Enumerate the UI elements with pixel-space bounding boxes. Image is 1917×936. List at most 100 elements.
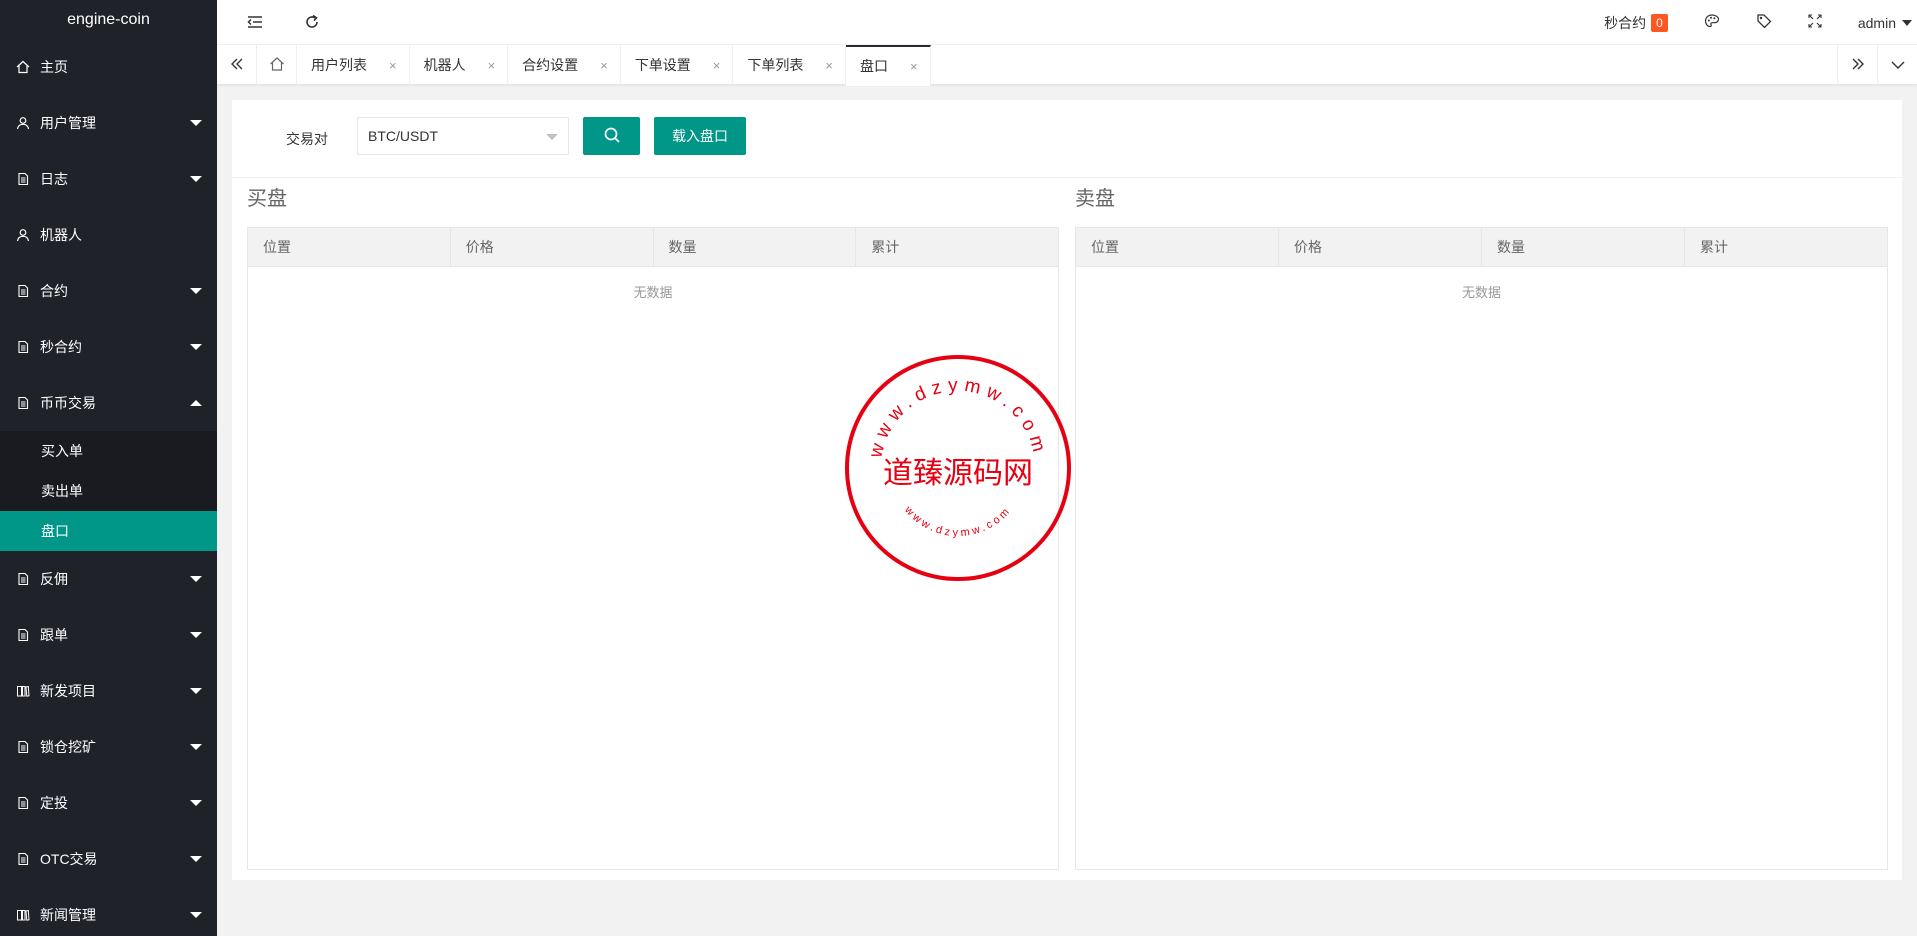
fullscreen-button[interactable] bbox=[1790, 0, 1840, 45]
sidebar-item-log[interactable]: 日志 bbox=[0, 151, 217, 207]
watermark-stamp: www.dzymw.com 道臻源码网 www.dzymw.com bbox=[845, 355, 1071, 581]
caret-down-icon bbox=[190, 344, 202, 350]
palette-icon bbox=[1704, 13, 1720, 32]
search-icon bbox=[603, 126, 621, 147]
tab-label: 下单列表 bbox=[747, 57, 804, 73]
file-icon bbox=[16, 572, 30, 586]
sidebar-item-user-management[interactable]: 用户管理 bbox=[0, 95, 217, 151]
sidebar-subnav: 买入单 卖出单 盘口 bbox=[0, 431, 217, 551]
tab-robot[interactable]: 机器人 × bbox=[410, 45, 509, 85]
sidebar-item-robot[interactable]: 机器人 bbox=[0, 207, 217, 263]
search-button[interactable] bbox=[583, 117, 640, 155]
sidebar-item-news-management[interactable]: 新闻管理 bbox=[0, 887, 217, 936]
file-icon bbox=[16, 628, 30, 642]
home-icon bbox=[269, 56, 285, 75]
app-logo: engine-coin bbox=[67, 11, 150, 28]
tab-orderbook[interactable]: 盘口 × bbox=[845, 45, 931, 86]
caret-down-icon bbox=[190, 744, 202, 750]
column-header[interactable]: 位置 bbox=[1076, 228, 1279, 267]
chevron-down-icon bbox=[1891, 57, 1905, 73]
sidebar-subitem-sell-orders[interactable]: 卖出单 bbox=[0, 471, 217, 511]
sidebar-item-spot-trading[interactable]: 币币交易 bbox=[0, 375, 217, 431]
sell-panel-title: 卖盘 bbox=[1075, 188, 1115, 210]
caret-down-icon bbox=[190, 120, 202, 126]
pair-select[interactable]: BTC/USDT bbox=[357, 117, 569, 155]
sidebar-item-home[interactable]: 主页 bbox=[0, 39, 217, 95]
caret-down-icon bbox=[190, 288, 202, 294]
fullscreen-icon bbox=[1808, 14, 1822, 31]
sidebar-subitem-buy-orders[interactable]: 买入单 bbox=[0, 431, 217, 471]
caret-down-icon bbox=[190, 912, 202, 918]
caret-down-icon bbox=[546, 134, 558, 140]
sidebar-subitem-orderbook[interactable]: 盘口 bbox=[0, 511, 217, 551]
theme-button[interactable] bbox=[1686, 0, 1738, 45]
second-contract-notice[interactable]: 秒合约 0 bbox=[1586, 0, 1686, 45]
sidebar-item-new-projects[interactable]: 新发项目 bbox=[0, 663, 217, 719]
refresh-icon[interactable] bbox=[300, 10, 324, 34]
tab-order-settings[interactable]: 下单设置 × bbox=[621, 45, 734, 85]
caret-down-icon bbox=[1902, 19, 1912, 26]
close-icon[interactable]: × bbox=[488, 58, 496, 73]
tab-label: 合约设置 bbox=[522, 57, 579, 73]
stamp-main-text: 道臻源码网 bbox=[883, 456, 1033, 491]
close-icon[interactable]: × bbox=[825, 58, 833, 73]
table-header: 位置 价格 数量 累计 bbox=[248, 228, 1058, 267]
pair-label: 交易对 bbox=[286, 131, 328, 147]
caret-down-icon bbox=[190, 176, 202, 182]
sidebar-item-copy-trading[interactable]: 跟单 bbox=[0, 607, 217, 663]
column-header[interactable]: 累计 bbox=[1685, 228, 1887, 267]
close-icon[interactable]: × bbox=[713, 58, 721, 73]
sidebar-item-rebate[interactable]: 反佣 bbox=[0, 551, 217, 607]
notice-badge: 0 bbox=[1651, 13, 1668, 32]
tab-home[interactable] bbox=[257, 45, 297, 85]
column-header[interactable]: 价格 bbox=[451, 228, 654, 267]
sidebar-item-label: 秒合约 bbox=[40, 339, 82, 355]
sidebar: engine-coin 主页 用户管理 日志 机器人 合约 秒合约 币币交易 买… bbox=[0, 0, 217, 936]
sidebar-item-second-contract[interactable]: 秒合约 bbox=[0, 319, 217, 375]
pair-select-value: BTC/USDT bbox=[368, 128, 438, 144]
column-header[interactable]: 数量 bbox=[1482, 228, 1685, 267]
tab-label: 盘口 bbox=[859, 58, 888, 74]
column-header[interactable]: 累计 bbox=[856, 228, 1058, 267]
tabs-scroll-right-button[interactable] bbox=[1837, 45, 1877, 85]
column-header[interactable]: 位置 bbox=[248, 228, 451, 267]
top-header: 秒合约 0 admin bbox=[217, 0, 1917, 45]
close-icon[interactable]: × bbox=[910, 59, 918, 74]
caret-down-icon bbox=[190, 800, 202, 806]
sidebar-item-label: OTC交易 bbox=[40, 851, 98, 867]
tag-icon bbox=[1756, 13, 1772, 32]
sidebar-item-label: 跟单 bbox=[40, 627, 68, 643]
tab-label: 用户列表 bbox=[311, 57, 367, 73]
sidebar-item-contract[interactable]: 合约 bbox=[0, 263, 217, 319]
sidebar-item-label: 币币交易 bbox=[40, 395, 96, 411]
empty-state: 无数据 bbox=[633, 285, 673, 300]
user-menu[interactable]: admin bbox=[1840, 0, 1917, 45]
sidebar-item-label: 锁仓挖矿 bbox=[40, 739, 96, 755]
sidebar-item-lock-mining[interactable]: 锁仓挖矿 bbox=[0, 719, 217, 775]
file-icon bbox=[16, 172, 30, 186]
tag-button[interactable] bbox=[1738, 0, 1790, 45]
column-header[interactable]: 价格 bbox=[1279, 228, 1482, 267]
close-icon[interactable]: × bbox=[389, 58, 397, 73]
sidebar-item-label: 合约 bbox=[40, 283, 68, 299]
book-icon bbox=[16, 908, 30, 922]
tab-user-list[interactable]: 用户列表 × bbox=[297, 45, 410, 85]
tab-contract-settings[interactable]: 合约设置 × bbox=[508, 45, 621, 85]
sidebar-item-otc-trading[interactable]: OTC交易 bbox=[0, 831, 217, 887]
sidebar-item-label: 定投 bbox=[40, 795, 68, 811]
second-contract-label: 秒合约 bbox=[1604, 14, 1647, 31]
sidebar-item-fixed-investment[interactable]: 定投 bbox=[0, 775, 217, 831]
caret-down-icon bbox=[190, 688, 202, 694]
caret-down-icon bbox=[190, 576, 202, 582]
sidebar-item-label: 新发项目 bbox=[40, 683, 96, 699]
close-icon[interactable]: × bbox=[600, 58, 608, 73]
file-icon bbox=[16, 284, 30, 298]
load-orderbook-button[interactable]: 载入盘口 bbox=[654, 117, 746, 155]
tabs-menu-button[interactable] bbox=[1877, 45, 1917, 85]
tabs-scroll-left-button[interactable] bbox=[217, 45, 257, 85]
menu-toggle-icon[interactable] bbox=[243, 10, 267, 34]
file-icon bbox=[16, 740, 30, 754]
tab-order-list[interactable]: 下单列表 × bbox=[733, 45, 846, 85]
file-icon bbox=[16, 396, 30, 410]
column-header[interactable]: 数量 bbox=[654, 228, 857, 267]
